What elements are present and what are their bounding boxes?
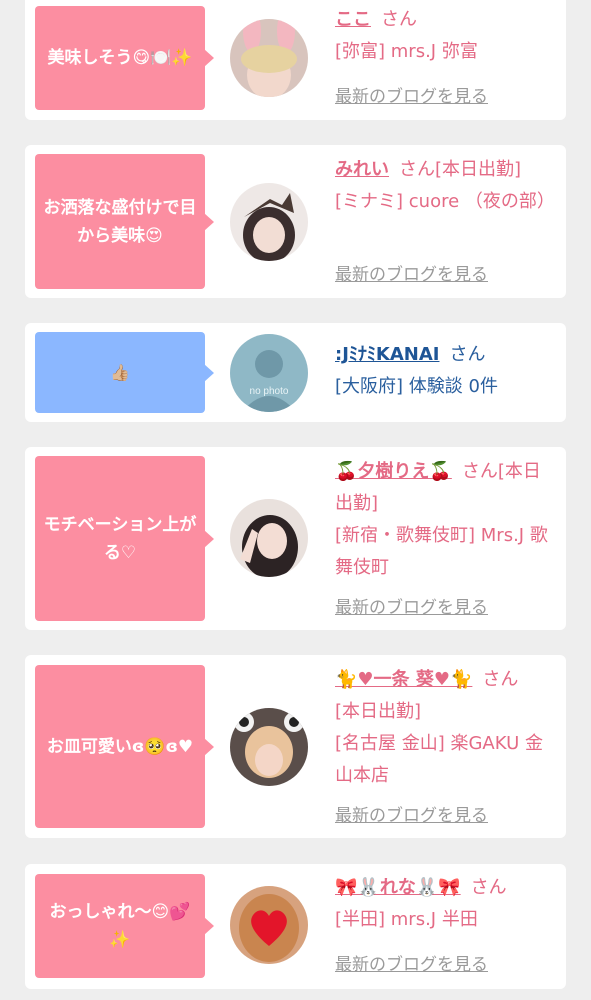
comment-text: お洒落な盛付けで目から美味😍 (43, 197, 197, 246)
username-link[interactable]: :JﾐﾅﾐKANAI (335, 344, 439, 365)
username-link[interactable]: ここ (335, 9, 371, 30)
shop-info: [ミナミ] cuore （夜の部） (335, 191, 555, 212)
comment-bubble: モチベーション上がる♡ (35, 456, 214, 621)
comment-text: お皿可愛いɞ🥺ɞ♥ (46, 736, 194, 757)
comment-bubble: 👍🏼 (35, 332, 214, 413)
honorific: さん (470, 877, 507, 898)
avatar[interactable] (230, 886, 308, 964)
user-info: みれい さん[本日出勤] [ミナミ] cuore （夜の部） (335, 154, 557, 218)
honorific: さん (482, 669, 519, 690)
comment-card: 👍🏼 no photo :JﾐﾅﾐKANAI さん [大阪府] 体験談 0件 (25, 323, 566, 422)
avatar[interactable] (230, 183, 308, 261)
comment-card: お洒落な盛付けで目から美味😍 みれい さん[本日出勤] [ミナミ] cuore （… (25, 145, 566, 298)
comment-bubble: おっしゃれ〜😊💕✨ (35, 874, 214, 978)
honorific: さん[本日出勤] (399, 159, 522, 180)
avatar[interactable] (230, 19, 308, 97)
honorific: さん (381, 9, 417, 30)
comment-card: 美味しそう😋🍽️✨ ここ さん [弥富] mrs.J 弥富 最新のブログを見る (25, 0, 566, 120)
comment-card: おっしゃれ〜😊💕✨ 🎀🐰れな🐰🎀 さん [半田] mrs.J 半田 最新のブログを… (25, 864, 566, 989)
comment-card: モチベーション上がる♡ 🍒夕樹りえ🍒 さん[本日出勤] [新宿・歌舞伎町] Mrs… (25, 447, 566, 630)
comment-text: 美味しそう😋🍽️✨ (47, 48, 193, 68)
svg-text:no photo: no photo (250, 386, 289, 397)
comment-bubble: 美味しそう😋🍽️✨ (35, 6, 214, 110)
latest-blog-link[interactable]: 最新のブログを見る (335, 801, 488, 826)
user-info: 🎀🐰れな🐰🎀 さん [半田] mrs.J 半田 (335, 872, 557, 936)
comment-text: 👍🏼 (110, 362, 130, 382)
latest-blog-link[interactable]: 最新のブログを見る (335, 82, 488, 107)
avatar[interactable] (230, 499, 308, 577)
comment-bubble: お洒落な盛付けで目から美味😍 (35, 154, 214, 289)
user-info: 🐈♥一条 葵♥🐈 さん [本日出勤] [名古屋 金山] 楽GAKU 金山本店 (335, 664, 557, 792)
username-link[interactable]: 🐈♥一条 葵♥🐈 (335, 669, 472, 690)
comment-text: モチベーション上がる♡ (43, 514, 197, 563)
avatar[interactable]: no photo (230, 334, 308, 412)
user-info: :JﾐﾅﾐKANAI さん [大阪府] 体験談 0件 (335, 339, 557, 403)
shop-info: [名古屋 金山] 楽GAKU 金山本店 (335, 733, 543, 786)
latest-blog-link[interactable]: 最新のブログを見る (335, 950, 488, 975)
comment-text: おっしゃれ〜😊💕✨ (49, 902, 191, 950)
user-info: ここ さん [弥富] mrs.J 弥富 (335, 4, 557, 68)
experience-info: [大阪府] 体験談 0件 (335, 376, 498, 397)
username-link[interactable]: 🎀🐰れな🐰🎀 (335, 877, 461, 898)
work-status: [本日出勤] (335, 701, 422, 722)
honorific: さん (449, 344, 486, 365)
latest-blog-link[interactable]: 最新のブログを見る (335, 260, 488, 285)
avatar[interactable] (230, 708, 308, 786)
shop-info: [弥富] mrs.J 弥富 (335, 41, 478, 62)
comment-card: お皿可愛いɞ🥺ɞ♥ 🐈♥一条 葵♥🐈 さん [本日出勤] [名古屋 金山] 楽GA… (25, 655, 566, 838)
comment-feed: 美味しそう😋🍽️✨ ここ さん [弥富] mrs.J 弥富 最新のブログを見る お… (0, 0, 591, 1000)
username-link[interactable]: 🍒夕樹りえ🍒 (335, 461, 452, 482)
user-info: 🍒夕樹りえ🍒 さん[本日出勤] [新宿・歌舞伎町] Mrs.J 歌舞伎町 (335, 456, 557, 584)
shop-info: [新宿・歌舞伎町] Mrs.J 歌舞伎町 (335, 525, 548, 578)
username-link[interactable]: みれい (335, 159, 389, 180)
shop-info: [半田] mrs.J 半田 (335, 909, 478, 930)
latest-blog-link[interactable]: 最新のブログを見る (335, 593, 488, 618)
comment-bubble: お皿可愛いɞ🥺ɞ♥ (35, 665, 214, 828)
